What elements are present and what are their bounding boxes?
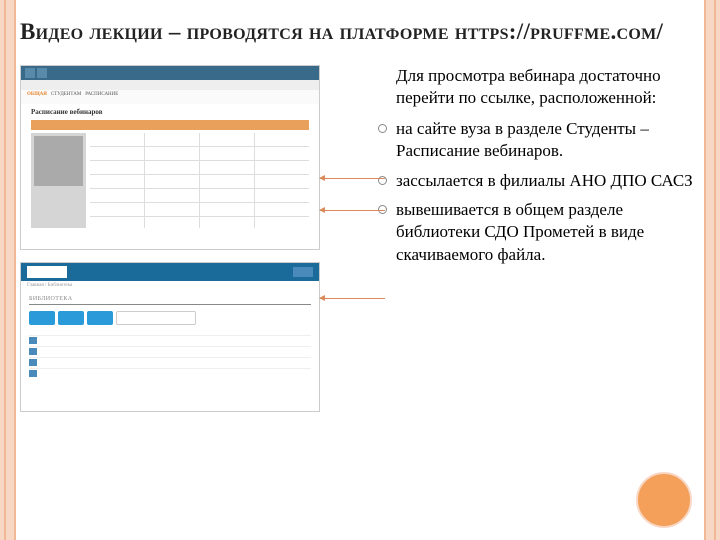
list-item: на сайте вуза в разделе Студенты – Распи… bbox=[378, 118, 700, 163]
file-row bbox=[29, 346, 311, 357]
btn-placeholder bbox=[58, 311, 84, 325]
screenshot-tabs: ОБЩАЯ СТУДЕНТАМ РАСПИСАНИЕ bbox=[21, 90, 319, 104]
file-row bbox=[29, 357, 311, 368]
tab-label: СТУДЕНТАМ bbox=[51, 92, 81, 102]
screenshot-bar bbox=[31, 120, 309, 130]
text-column: Для просмотра вебинара достаточно перейт… bbox=[350, 65, 700, 412]
decorative-circle bbox=[636, 472, 692, 528]
decorative-border-right bbox=[704, 0, 720, 540]
screenshot-library: Главная / Библиотека библиотека bbox=[20, 262, 320, 412]
logo-placeholder bbox=[27, 266, 67, 278]
search-placeholder bbox=[116, 311, 196, 325]
breadcrumb: Главная / Библиотека bbox=[21, 281, 319, 290]
screenshot-schedule: ОБЩАЯ СТУДЕНТАМ РАСПИСАНИЕ Расписание ве… bbox=[20, 65, 320, 250]
btn-placeholder bbox=[29, 311, 55, 325]
decorative-border-left bbox=[0, 0, 16, 540]
file-list bbox=[21, 331, 319, 383]
section-label: библиотека bbox=[21, 290, 319, 304]
bullet-list: на сайте вуза в разделе Студенты – Распи… bbox=[378, 118, 700, 267]
screenshot-header bbox=[21, 263, 319, 281]
screenshots-column: ОБЩАЯ СТУДЕНТАМ РАСПИСАНИЕ Расписание ве… bbox=[20, 65, 340, 412]
screenshot-navbar bbox=[21, 80, 319, 90]
screenshot-heading: Расписание вебинаров bbox=[21, 104, 319, 120]
content-row: ОБЩАЯ СТУДЕНТАМ РАСПИСАНИЕ Расписание ве… bbox=[20, 65, 700, 412]
slide-title: Видео лекции – проводятся на платформе h… bbox=[20, 18, 700, 47]
screenshot-table bbox=[90, 133, 309, 228]
screenshot-body bbox=[21, 133, 319, 228]
btn-placeholder bbox=[87, 311, 113, 325]
tab-label: РАСПИСАНИЕ bbox=[85, 92, 118, 102]
intro-text: Для просмотра вебинара достаточно перейт… bbox=[378, 65, 700, 110]
screenshot-sidebar bbox=[31, 133, 86, 228]
file-row bbox=[29, 335, 311, 346]
list-item: зассылается в филиалы АНО ДПО САСЗ bbox=[378, 170, 700, 192]
screenshot-topbar bbox=[21, 66, 319, 80]
user-placeholder bbox=[293, 267, 313, 277]
button-row bbox=[21, 305, 319, 331]
slide-content: Видео лекции – проводятся на платформе h… bbox=[20, 18, 700, 540]
file-row bbox=[29, 368, 311, 379]
list-item: вывешивается в общем разделе библиотеки … bbox=[378, 199, 700, 266]
tab-label: ОБЩАЯ bbox=[27, 92, 47, 102]
